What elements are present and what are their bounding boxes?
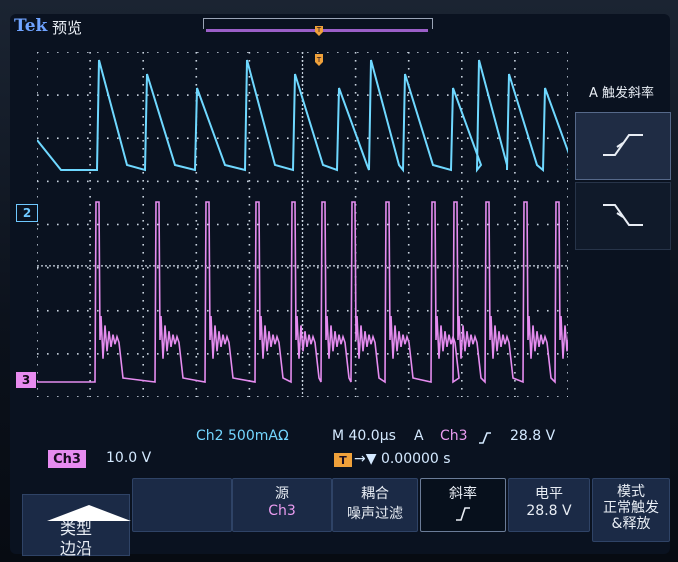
slope-button[interactable]: 斜率 xyxy=(420,478,506,532)
timebase-readout: M 40.0µs xyxy=(332,428,396,444)
trigger-source-readout: Ch3 xyxy=(440,428,468,444)
acquisition-mode: 预览 xyxy=(52,19,83,37)
source-label: 源 xyxy=(275,486,289,502)
level-value: 28.8 V xyxy=(526,503,572,519)
type-edge-button[interactable]: 类型 边沿 xyxy=(22,494,131,558)
trigger-position-chip: T xyxy=(334,453,352,467)
ch2-scale-readout: Ch2 500mAΩ xyxy=(196,428,289,444)
falling-slope-button[interactable] xyxy=(575,182,671,250)
source-value: Ch3 xyxy=(268,503,296,519)
rising-slope-icon xyxy=(456,507,470,521)
ch2-ground-marker[interactable]: 2 xyxy=(16,204,38,222)
source-button[interactable]: 源 Ch3 xyxy=(232,478,332,532)
coupling-value: 噪声过滤 xyxy=(347,506,403,522)
trigger-slope-icon xyxy=(479,432,491,444)
bottom-menu: 类型 边沿 源 Ch3 耦合 噪声过滤 斜率 电平 28.8 V 模式 正常触发… xyxy=(10,472,670,558)
falling-edge-icon xyxy=(603,204,643,226)
trigger-mode-button[interactable]: 模式 正常触发 &释放 xyxy=(592,478,670,542)
slope-label: 斜率 xyxy=(449,486,477,502)
mode-release: &释放 xyxy=(611,516,651,532)
blank-menu-button[interactable] xyxy=(132,478,232,532)
type-value: 边沿 xyxy=(59,539,92,558)
side-menu: A 触发斜率 xyxy=(573,52,671,462)
coupling-label: 耦合 xyxy=(361,486,389,502)
trigger-mode-readout: A xyxy=(414,428,424,444)
ch3-scale-readout: 10.0 V xyxy=(106,450,152,466)
svg-text:T: T xyxy=(316,26,322,34)
waveform-display xyxy=(37,52,568,397)
trigger-level-readout: 28.8 V xyxy=(510,428,556,444)
brand-logo: Tek xyxy=(14,16,48,36)
ch3-label-chip: Ch3 xyxy=(48,450,86,468)
trigger-position-readout: →▼ 0.00000 s xyxy=(354,451,451,467)
level-label: 电平 xyxy=(535,486,563,502)
side-menu-title: A 触发斜率 xyxy=(588,86,655,101)
coupling-button[interactable]: 耦合 噪声过滤 xyxy=(332,478,418,532)
rising-slope-button[interactable] xyxy=(575,112,671,180)
level-button[interactable]: 电平 28.8 V xyxy=(508,478,590,532)
ch3-ground-marker[interactable]: 3 xyxy=(16,372,36,388)
rising-edge-icon xyxy=(603,134,643,156)
